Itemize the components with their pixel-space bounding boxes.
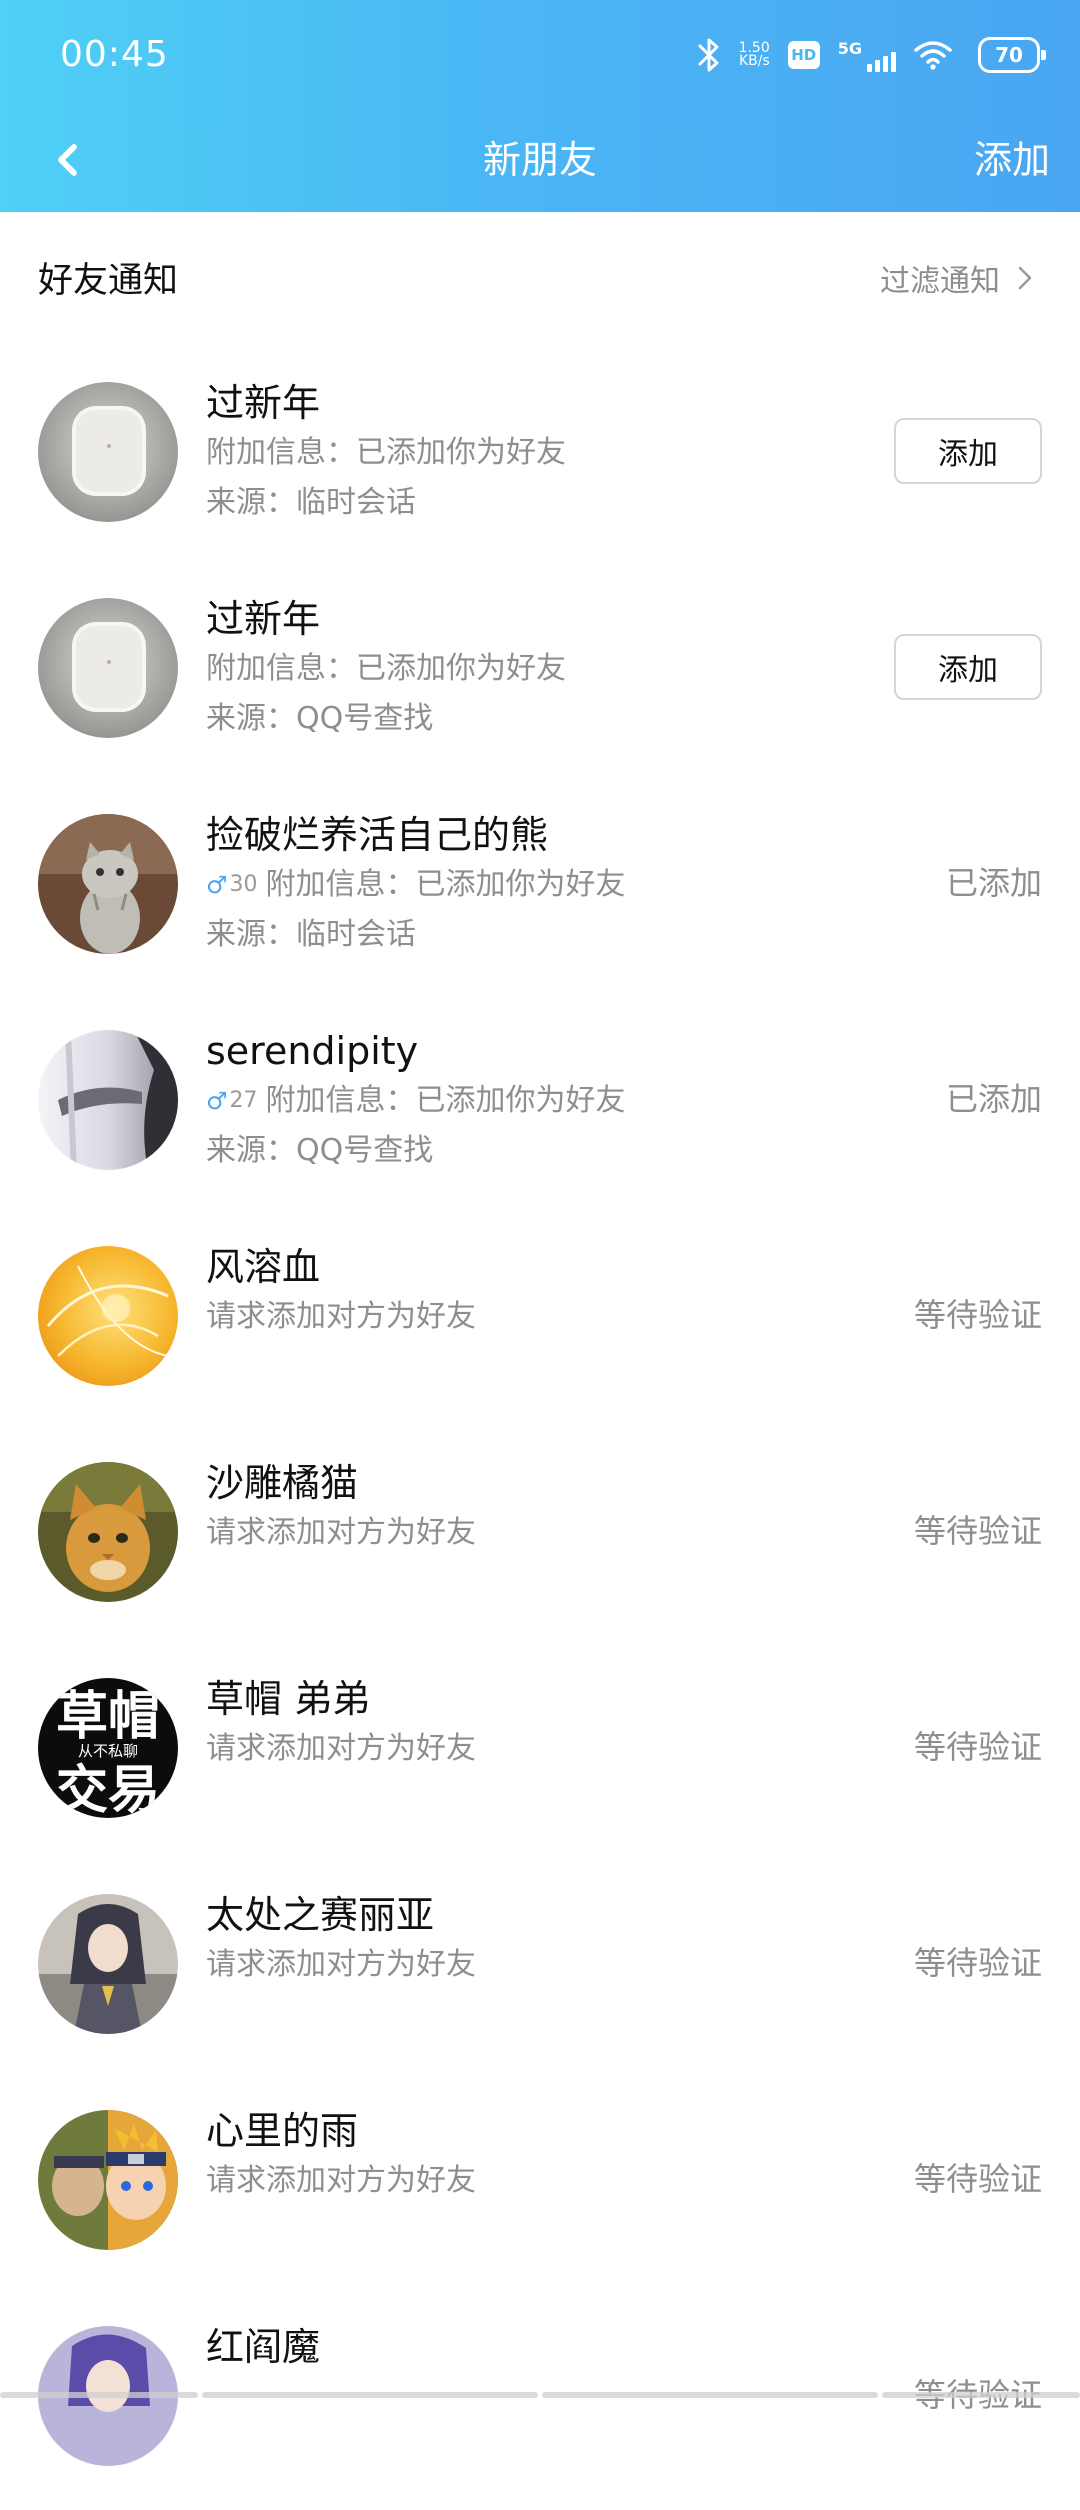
status-pending: 等待验证 <box>913 1728 1042 1766</box>
list-item[interactable]: 过新年 附加信息：已添加你为好友 来源：QQ号查找 添加 <box>0 566 1080 782</box>
list-item[interactable]: 沙雕橘猫 请求添加对方为好友 等待验证 <box>0 1430 1080 1646</box>
status-added: 已添加 <box>945 864 1042 902</box>
add-friend-button[interactable]: 添加 <box>894 634 1042 700</box>
calligraphy-avatar[interactable]: 草帽 从不私聊 交易 <box>38 1678 178 1818</box>
earbuds-case-avatar[interactable] <box>38 382 178 522</box>
status-pending: 等待验证 <box>913 1296 1042 1334</box>
request-info: 太处之赛丽亚 请求添加对方为好友 <box>206 1890 846 1990</box>
filter-notice-link[interactable]: 过滤通知 <box>880 256 1032 300</box>
battery-icon: 70 <box>978 37 1046 73</box>
filter-notice-label: 过滤通知 <box>880 264 1000 299</box>
cat-photo-avatar[interactable] <box>38 814 178 954</box>
section-title: 好友通知 <box>38 261 179 301</box>
list-item[interactable]: 过新年 附加信息：已添加你为好友 来源：临时会话 添加 <box>0 350 1080 566</box>
status-pending: 等待验证 <box>913 1512 1042 1550</box>
request-source: 来源：临时会话 <box>206 917 416 952</box>
request-info: 过新年 附加信息：已添加你为好友 来源：QQ号查找 <box>206 594 846 744</box>
request-info: 捡破烂养活自己的熊 ♂ 30 附加信息：已添加你为好友 来源：临时会话 <box>206 810 846 960</box>
request-info: 过新年 附加信息：已添加你为好友 来源：临时会话 <box>206 378 846 528</box>
request-message-row: ♂ 27 附加信息：已添加你为好友 <box>206 1076 846 1126</box>
request-info: 草帽 弟弟 请求添加对方为好友 <box>206 1674 846 1774</box>
request-message: 请求添加对方为好友 <box>206 1731 476 1766</box>
request-info: 心里的雨 请求添加对方为好友 <box>206 2106 846 2206</box>
requester-name: 风溶血 <box>206 1245 321 1289</box>
requester-name: 心里的雨 <box>206 2109 359 2153</box>
orange-cat-avatar[interactable] <box>38 1462 178 1602</box>
network-speed-unit: KB/s <box>738 53 770 69</box>
male-icon: ♂ <box>206 871 228 899</box>
list-item[interactable]: 风溶血 请求添加对方为好友 等待验证 <box>0 1214 1080 1430</box>
list-item[interactable]: 红阎魔 等待验证 <box>0 2294 1080 2510</box>
request-source: 来源：临时会话 <box>206 485 416 520</box>
request-message: 附加信息：已添加你为好友 <box>206 435 566 470</box>
signal-icon: 5G <box>838 39 896 72</box>
scroll-indicator <box>0 2388 1080 2400</box>
age-label: 30 <box>229 872 258 897</box>
age-label: 27 <box>229 1088 258 1113</box>
request-info: 沙雕橘猫 请求添加对方为好友 <box>206 1458 846 1558</box>
request-info: serendipity ♂ 27 附加信息：已添加你为好友 来源：QQ号查找 <box>206 1026 846 1176</box>
nav-bar: 新朋友 添加 <box>0 120 1080 212</box>
list-item[interactable]: 捡破烂养活自己的熊 ♂ 30 附加信息：已添加你为好友 来源：临时会话 已添加 <box>0 782 1080 998</box>
request-source: 来源：QQ号查找 <box>206 701 434 736</box>
status-bar: 00:45 1.50 KB/s HD 5G 70 <box>0 0 1080 120</box>
request-source: 来源：QQ号查找 <box>206 1133 434 1168</box>
earbuds-case-avatar[interactable] <box>38 598 178 738</box>
request-message: 请求添加对方为好友 <box>206 1947 476 1982</box>
requester-name: 捡破烂养活自己的熊 <box>206 813 549 857</box>
status-added: 已添加 <box>945 1080 1042 1118</box>
anime-girl-avatar[interactable] <box>38 1894 178 2034</box>
requester-name: 红阎魔 <box>206 2325 321 2369</box>
requester-name: 草帽 弟弟 <box>206 1677 371 1721</box>
request-message: 附加信息：已添加你为好友 <box>265 1083 626 1118</box>
requester-name: 沙雕橘猫 <box>206 1461 359 1505</box>
bw-photo-avatar[interactable] <box>38 1030 178 1170</box>
ninja-anime-avatar[interactable] <box>38 2110 178 2250</box>
bluetooth-icon <box>698 38 719 72</box>
avatar-text-middle: 从不私聊 <box>78 1742 138 1760</box>
requester-name: 过新年 <box>206 381 321 425</box>
requester-name: 太处之赛丽亚 <box>206 1893 435 1937</box>
request-message: 请求添加对方为好友 <box>206 1299 476 1334</box>
request-message: 附加信息：已添加你为好友 <box>265 867 626 902</box>
friend-request-list: 过新年 附加信息：已添加你为好友 来源：临时会话 添加 过新年 附加信息：已添加… <box>0 350 1080 2510</box>
status-icons: 1.50 KB/s HD 5G 70 <box>697 32 1046 78</box>
list-item[interactable]: serendipity ♂ 27 附加信息：已添加你为好友 来源：QQ号查找 已… <box>0 998 1080 1214</box>
gender-age-badge: ♂ 30 <box>206 860 258 910</box>
wifi-icon <box>914 41 952 70</box>
list-item[interactable]: 心里的雨 请求添加对方为好友 等待验证 <box>0 2078 1080 2294</box>
add-friend-button[interactable]: 添加 <box>894 418 1042 484</box>
list-item[interactable]: 草帽 从不私聊 交易 草帽 弟弟 请求添加对方为好友 等待验证 <box>0 1646 1080 1862</box>
requester-name: 过新年 <box>206 597 321 641</box>
status-pending: 等待验证 <box>913 1944 1042 1982</box>
request-message: 附加信息：已添加你为好友 <box>206 651 566 686</box>
request-message: 请求添加对方为好友 <box>206 2163 476 2198</box>
hd-icon: HD <box>787 41 820 69</box>
requester-name: serendipity <box>206 1029 419 1073</box>
friend-notice-header: 好友通知 过滤通知 <box>0 212 1080 350</box>
list-item[interactable]: 太处之赛丽亚 请求添加对方为好友 等待验证 <box>0 1862 1080 2078</box>
request-message: 请求添加对方为好友 <box>206 1515 476 1550</box>
status-pending: 等待验证 <box>913 2160 1042 2198</box>
request-info: 红阎魔 <box>206 2322 846 2372</box>
network-speed: 1.50 KB/s <box>738 41 770 69</box>
avatar-text-top: 草帽 <box>56 1687 160 1747</box>
male-icon: ♂ <box>206 1087 228 1115</box>
avatar-text-bottom: 交易 <box>56 1761 160 1818</box>
chevron-right-icon <box>1018 266 1032 290</box>
gender-age-badge: ♂ 27 <box>206 1076 258 1126</box>
orange-abstract-avatar[interactable] <box>38 1246 178 1386</box>
top-bar: 00:45 1.50 KB/s HD 5G 70 新朋友 添加 <box>0 0 1080 212</box>
request-message-row: ♂ 30 附加信息：已添加你为好友 <box>206 860 846 910</box>
page-title: 新朋友 <box>482 138 597 182</box>
header-add-button[interactable]: 添加 <box>974 130 1050 190</box>
request-info: 风溶血 请求添加对方为好友 <box>206 1242 846 1342</box>
status-time: 00:45 <box>60 34 169 75</box>
signal-label: 5G <box>837 38 862 58</box>
